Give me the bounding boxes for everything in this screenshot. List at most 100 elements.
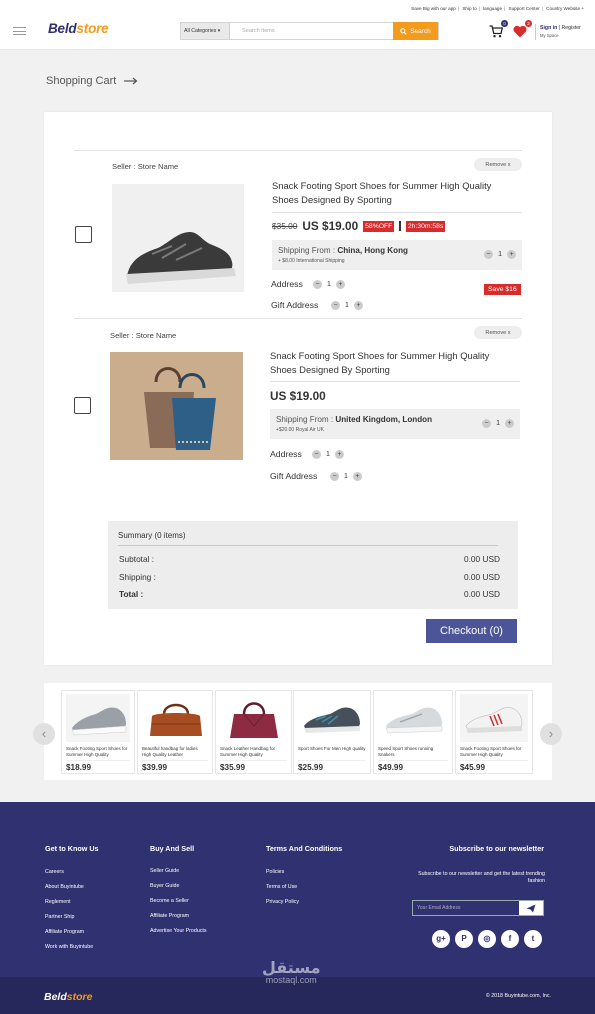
footer-logo[interactable]: Beldstore [44, 991, 92, 1003]
divider [118, 545, 498, 546]
footer: Get to Know Us Careers About Buyintube R… [0, 802, 595, 977]
sign-in-link[interactable]: Sign in [540, 25, 557, 31]
country-link[interactable]: Country Website + [546, 6, 584, 11]
decrease-button[interactable]: − [484, 250, 494, 259]
app-link[interactable]: Save Big with our app [411, 6, 456, 11]
footer-column: Policies Terms of Use Privacy Policy [266, 869, 299, 914]
gift-address-stepper[interactable]: −1 + [331, 301, 363, 310]
category-select[interactable]: All Categories ▾ [181, 23, 230, 39]
shipping-note: + $8.00 International Shipping [278, 258, 345, 264]
address-label: Address [271, 279, 303, 289]
product-card[interactable]: Beautiful handbag for ladies High Qualit… [137, 690, 213, 774]
product-card[interactable]: Snack Footing Sport Shoes for Summer Hig… [455, 690, 533, 774]
footer-link[interactable]: Terms of Use [266, 884, 299, 890]
footer-link[interactable]: Become a Seller [150, 898, 207, 904]
decrease-button[interactable]: − [330, 472, 339, 481]
twitter-icon[interactable]: t [524, 930, 542, 948]
product-price: $49.99 [378, 763, 404, 772]
product-image [378, 694, 448, 742]
ship-to-link[interactable]: Ship to [462, 6, 476, 11]
increase-button[interactable]: + [352, 472, 362, 481]
wishlist-button[interactable]: 2 [513, 20, 532, 43]
logo[interactable]: Beldstore [48, 21, 109, 36]
increase-button[interactable]: + [335, 280, 345, 289]
email-field[interactable] [413, 901, 520, 915]
product-card[interactable]: Sport Shoes For Men High quality $25.99 [293, 690, 371, 774]
footer-link[interactable]: Work with Buyintube [45, 944, 93, 950]
divider [272, 212, 522, 213]
decrease-button[interactable]: − [313, 280, 322, 289]
top-links: Save Big with our app | Ship to | language… [411, 6, 584, 11]
address-stepper[interactable]: −1 + [313, 280, 345, 289]
facebook-icon[interactable]: f [501, 930, 519, 948]
footer-link[interactable]: About Buyintube [45, 884, 93, 890]
footer-link[interactable]: Privacy Policy [266, 899, 299, 905]
quantity-stepper[interactable]: −1 + [484, 250, 516, 259]
decrease-button[interactable]: − [482, 419, 492, 428]
search-input[interactable] [231, 23, 395, 39]
increase-button[interactable]: + [353, 301, 363, 310]
footer-link[interactable]: Affiliate Program [45, 929, 93, 935]
divider [298, 760, 366, 761]
quantity-stepper[interactable]: −1 + [482, 419, 514, 428]
footer-link[interactable]: Careers [45, 869, 93, 875]
carousel-prev-button[interactable]: ‹ [33, 723, 55, 745]
decrease-button[interactable]: − [331, 301, 340, 310]
footer-link[interactable]: Partner Ship [45, 914, 93, 920]
increase-button[interactable]: + [507, 250, 516, 259]
increase-button[interactable]: + [334, 450, 344, 459]
product-card[interactable]: Snack Leather Handbag for Summer High Qu… [215, 690, 292, 774]
product-image[interactable] [110, 352, 243, 460]
divider [66, 760, 130, 761]
product-card[interactable]: Speed Sport Shoes running Snakers $49.99 [373, 690, 453, 774]
product-title[interactable]: Snack Footing Sport Shoes for Summer Hig… [270, 349, 518, 377]
seller-name[interactable]: Seller : Store Name [112, 162, 178, 171]
watermark: مستقل mostaql.com [262, 958, 321, 985]
subscribe-button[interactable] [519, 901, 543, 915]
footer-link[interactable]: Seller Guide [150, 868, 207, 874]
search-bar: All Categories ▾ Search [180, 22, 439, 40]
pinterest-icon[interactable]: P [455, 930, 473, 948]
cart-button[interactable]: 0 [489, 20, 508, 43]
search-button[interactable]: Search [393, 22, 438, 40]
product-title[interactable]: Snack Footing Sport Shoes for Summer Hig… [272, 179, 520, 207]
item-checkbox[interactable] [75, 226, 92, 243]
copyright: © 2018 Buyintube.com, Inc. [485, 993, 551, 999]
address-stepper[interactable]: −1 + [312, 450, 344, 459]
item-checkbox[interactable] [74, 397, 91, 414]
language-link[interactable]: language [483, 6, 502, 11]
carousel-next-button[interactable]: › [540, 723, 562, 745]
remove-button[interactable]: Remove x [474, 326, 522, 339]
footer-column: Careers About Buyintube Reglement Partne… [45, 869, 93, 959]
wishlist-count-badge: 2 [525, 20, 532, 27]
decrease-button[interactable]: − [312, 450, 321, 459]
separator [399, 221, 401, 231]
divider [142, 760, 208, 761]
product-price: $39.99 [142, 763, 168, 772]
price-line: US $19.00 [270, 389, 326, 403]
footer-link[interactable]: Advertise Your Products [150, 928, 207, 934]
menu-icon[interactable] [13, 27, 26, 38]
shipping-from: Shipping From : China, Hong Kong [278, 246, 408, 255]
cart-item: Seller : Store Name Remove x Snack Footi… [74, 318, 522, 488]
footer-link[interactable]: Policies [266, 869, 299, 875]
register-link[interactable]: Register [562, 25, 581, 31]
gift-address-label: Gift Address [270, 471, 318, 481]
footer-link[interactable]: Affiliate Program [150, 913, 207, 919]
google-plus-icon[interactable]: g+ [432, 930, 450, 948]
footer-link[interactable]: Reglement [45, 899, 93, 905]
current-price: US $19.00 [270, 389, 326, 403]
remove-button[interactable]: Remove x [474, 158, 522, 171]
product-image[interactable] [112, 184, 244, 292]
gift-address-stepper[interactable]: −1 + [330, 472, 362, 481]
increase-button[interactable]: + [505, 419, 514, 428]
heart-icon [513, 25, 527, 38]
product-card[interactable]: Snack Footing Sport Shoes for Summer Hig… [61, 690, 135, 774]
my-space-link[interactable]: My Space [540, 33, 559, 38]
instagram-icon[interactable]: ◎ [478, 930, 496, 948]
footer-link[interactable]: Buyer Guide [150, 883, 207, 889]
support-link[interactable]: Support Center [509, 6, 540, 11]
checkout-button[interactable]: Checkout (0) [426, 619, 517, 643]
seller-name[interactable]: Seller : Store Name [110, 331, 176, 340]
footer-column: Seller Guide Buyer Guide Become a Seller… [150, 868, 207, 943]
